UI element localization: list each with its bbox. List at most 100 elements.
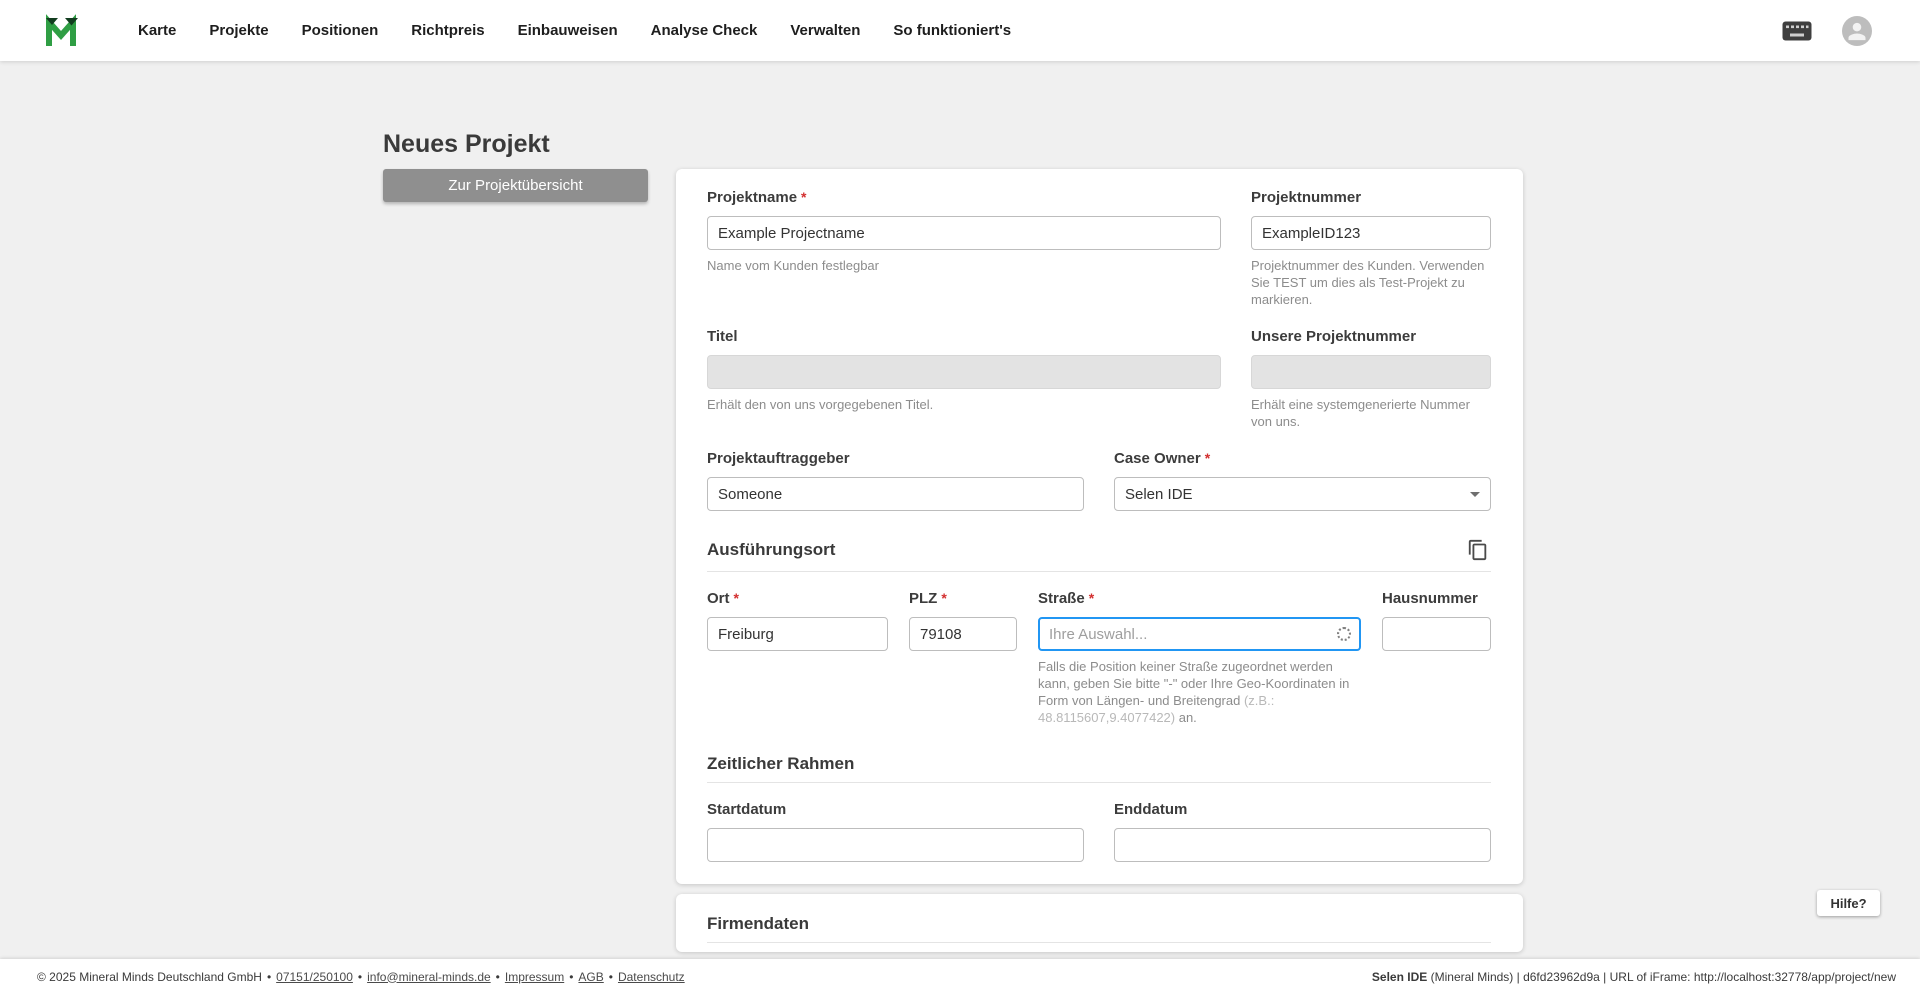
- nav-item-verwalten[interactable]: Verwalten: [790, 22, 860, 39]
- ausfuehrungsort-section-header: Ausführungsort: [707, 537, 1491, 572]
- titel-label: Titel: [707, 328, 738, 346]
- strasse-input[interactable]: [1038, 617, 1361, 651]
- startdatum-input[interactable]: [707, 828, 1084, 862]
- navbar-right: [1782, 16, 1872, 46]
- footer: © 2025 Mineral Minds Deutschland GmbH • …: [0, 959, 1920, 994]
- projektauftraggeber-label: Projektauftraggeber: [707, 450, 850, 468]
- titel-helper: Erhält den von uns vorgegebenen Titel.: [707, 396, 1221, 413]
- enddatum-field: Enddatum: [1114, 801, 1491, 862]
- projektname-helper: Name vom Kunden festlegbar: [707, 257, 1221, 274]
- firmendaten-section-header: Firmendaten: [707, 914, 1491, 943]
- footer-separator: •: [609, 970, 613, 984]
- titel-label-row: Titel: [707, 328, 1221, 346]
- footer-left: © 2025 Mineral Minds Deutschland GmbH • …: [37, 970, 685, 984]
- copy-icon: [1467, 539, 1489, 561]
- projektauftraggeber-field: Projektauftraggeber: [707, 450, 1084, 511]
- back-to-project-overview-button[interactable]: Zur Projektübersicht: [383, 169, 648, 202]
- nav-item-positionen[interactable]: Positionen: [302, 22, 379, 39]
- nav-item-so-funktionierts[interactable]: So funktioniert's: [893, 22, 1011, 39]
- copy-location-button[interactable]: [1465, 537, 1491, 563]
- required-asterisk: *: [1205, 450, 1210, 466]
- keyboard-icon: [1782, 21, 1812, 41]
- required-asterisk: *: [801, 189, 806, 205]
- startdatum-field: Startdatum: [707, 801, 1084, 862]
- case-owner-field: Case Owner * Selen IDE: [1114, 450, 1491, 511]
- strasse-input-wrap: [1038, 617, 1361, 651]
- logo-icon: [44, 14, 86, 48]
- row-titel-unsere-nummer: Titel Erhält den von uns vorgegebenen Ti…: [707, 328, 1491, 430]
- case-owner-select[interactable]: Selen IDE: [1114, 477, 1491, 511]
- projektnummer-helper: Projektnummer des Kunden. Verwenden Sie …: [1251, 257, 1491, 308]
- projektauftraggeber-input[interactable]: [707, 477, 1084, 511]
- footer-impressum-link[interactable]: Impressum: [505, 970, 564, 984]
- enddatum-label-row: Enddatum: [1114, 801, 1491, 819]
- projektnummer-label: Projektnummer: [1251, 189, 1361, 207]
- ort-label-row: Ort *: [707, 590, 888, 608]
- logo[interactable]: [44, 14, 86, 48]
- footer-session-info: (Mineral Minds) | d6fd23962d9a | URL of …: [1427, 970, 1896, 984]
- nav-item-richtpreis[interactable]: Richtpreis: [411, 22, 484, 39]
- footer-separator: •: [569, 970, 573, 984]
- nav-item-karte[interactable]: Karte: [138, 22, 176, 39]
- keyboard-shortcuts-button[interactable]: [1782, 21, 1812, 41]
- unsere-projektnummer-input: [1251, 355, 1491, 389]
- strasse-label-row: Straße *: [1038, 590, 1361, 608]
- zeitlicher-rahmen-section-header: Zeitlicher Rahmen: [707, 754, 1491, 783]
- plz-label: PLZ: [909, 590, 937, 608]
- footer-separator: •: [267, 970, 271, 984]
- footer-email-link[interactable]: info@mineral-minds.de: [367, 970, 491, 984]
- case-owner-selected-value: Selen IDE: [1125, 486, 1193, 503]
- firmendaten-card: Firmendaten: [676, 894, 1523, 952]
- footer-separator: •: [496, 970, 500, 984]
- case-owner-label-row: Case Owner *: [1114, 450, 1491, 468]
- required-asterisk: *: [734, 590, 739, 606]
- projektnummer-field: Projektnummer Projektnummer des Kunden. …: [1251, 189, 1491, 308]
- enddatum-label: Enddatum: [1114, 801, 1187, 819]
- firmendaten-section-title: Firmendaten: [707, 914, 809, 934]
- main-nav: Karte Projekte Positionen Richtpreis Ein…: [138, 22, 1011, 39]
- enddatum-input[interactable]: [1114, 828, 1491, 862]
- plz-input[interactable]: [909, 617, 1017, 651]
- hausnummer-input[interactable]: [1382, 617, 1491, 651]
- projektnummer-label-row: Projektnummer: [1251, 189, 1491, 207]
- loading-spinner-icon: [1337, 627, 1351, 641]
- projektauftraggeber-label-row: Projektauftraggeber: [707, 450, 1084, 468]
- startdatum-label-row: Startdatum: [707, 801, 1084, 819]
- nav-item-projekte[interactable]: Projekte: [209, 22, 268, 39]
- footer-datenschutz-link[interactable]: Datenschutz: [618, 970, 685, 984]
- projektname-field: Projektname * Name vom Kunden festlegbar: [707, 189, 1221, 308]
- strasse-helper: Falls die Position keiner Straße zugeord…: [1038, 658, 1361, 726]
- unsere-projektnummer-field: Unsere Projektnummer Erhält eine systemg…: [1251, 328, 1491, 430]
- ort-input[interactable]: [707, 617, 888, 651]
- footer-phone-link[interactable]: 07151/250100: [276, 970, 353, 984]
- ort-field: Ort *: [707, 590, 888, 726]
- row-location: Ort * PLZ * Straße * Falls die Position …: [707, 590, 1491, 726]
- footer-session: Selen IDE (Mineral Minds) | d6fd23962d9a…: [1372, 970, 1896, 984]
- zeitlicher-rahmen-section-title: Zeitlicher Rahmen: [707, 754, 854, 774]
- footer-agb-link[interactable]: AGB: [578, 970, 603, 984]
- hausnummer-label-row: Hausnummer: [1382, 590, 1491, 608]
- required-asterisk: *: [941, 590, 946, 606]
- strasse-field: Straße * Falls die Position keiner Straß…: [1038, 590, 1361, 726]
- ort-label: Ort: [707, 590, 730, 608]
- projektname-input[interactable]: [707, 216, 1221, 250]
- projektnummer-input[interactable]: [1251, 216, 1491, 250]
- user-avatar[interactable]: [1842, 16, 1872, 46]
- row-name-number: Projektname * Name vom Kunden festlegbar…: [707, 189, 1491, 308]
- row-auftraggeber-caseowner: Projektauftraggeber Case Owner * Selen I…: [707, 450, 1491, 511]
- strasse-helper-suffix: an.: [1175, 710, 1197, 725]
- help-button[interactable]: Hilfe?: [1817, 890, 1880, 916]
- titel-input: [707, 355, 1221, 389]
- projektname-label: Projektname: [707, 189, 797, 207]
- unsere-projektnummer-helper: Erhält eine systemgenerierte Nummer von …: [1251, 396, 1491, 430]
- hausnummer-field: Hausnummer: [1382, 590, 1491, 726]
- ausfuehrungsort-section-title: Ausführungsort: [707, 540, 835, 560]
- chevron-down-icon: [1470, 492, 1480, 497]
- required-asterisk: *: [1089, 590, 1094, 606]
- project-form-card: Projektname * Name vom Kunden festlegbar…: [676, 169, 1523, 884]
- unsere-projektnummer-label: Unsere Projektnummer: [1251, 328, 1416, 346]
- unsere-projektnummer-label-row: Unsere Projektnummer: [1251, 328, 1491, 346]
- nav-item-einbauweisen[interactable]: Einbauweisen: [518, 22, 618, 39]
- plz-field: PLZ *: [909, 590, 1017, 726]
- nav-item-analyse-check[interactable]: Analyse Check: [651, 22, 758, 39]
